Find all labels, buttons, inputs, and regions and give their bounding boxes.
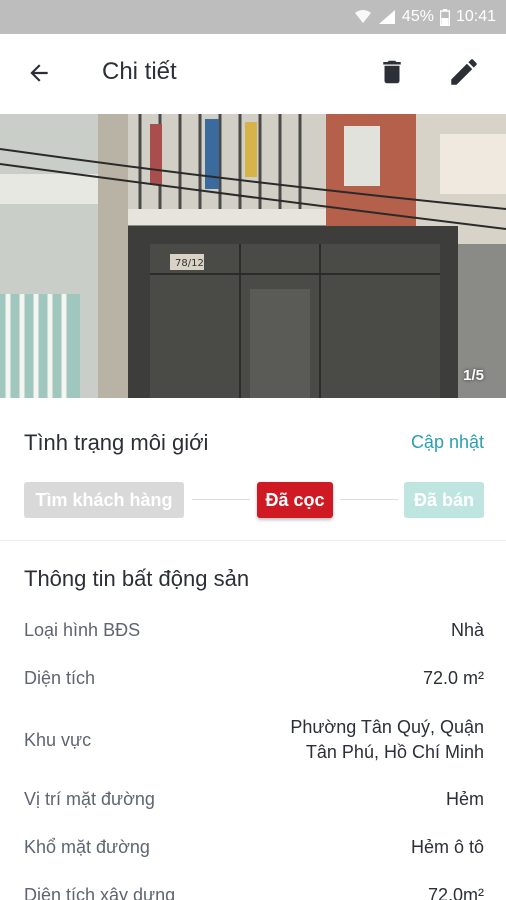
- arrow-back-icon: [26, 60, 52, 91]
- signal-icon: [378, 9, 396, 25]
- row-value-line: Tân Phú, Hồ Chí Minh: [305, 742, 484, 762]
- step-deposited[interactable]: Đã cọc: [257, 482, 333, 518]
- photo-counter: 1/5: [463, 367, 484, 384]
- step-connector: [192, 499, 250, 500]
- broker-status-section: Tình trạng môi giới Cập nhật Tìm khách h…: [0, 398, 506, 541]
- row-label: Diện tích: [24, 668, 96, 688]
- row-label: Khổ mặt đường: [24, 837, 150, 857]
- property-info-section: Thông tin bất động sản Loại hình BĐS Nhà…: [0, 542, 506, 900]
- step-sold[interactable]: Đã bán: [404, 482, 484, 518]
- house-number-sign: 78/12: [175, 258, 204, 269]
- row-value: 72.0m²: [427, 885, 484, 900]
- row-value: 72.0 m²: [422, 668, 484, 688]
- status-bar: 45% 10:41: [0, 0, 506, 34]
- row-value: Hẻm: [445, 789, 484, 809]
- row-value: Hẻm ô tô: [410, 837, 484, 857]
- row-label: Loại hình BĐS: [24, 620, 141, 640]
- battery-icon: [439, 8, 450, 26]
- step-connector: [340, 499, 398, 500]
- back-button[interactable]: [22, 58, 56, 92]
- info-row-built-area: Diện tích xây dựng 72.0m²: [24, 883, 484, 900]
- row-label: Khu vực: [24, 729, 92, 750]
- info-row-property-type: Loại hình BĐS Nhà: [24, 618, 484, 643]
- property-info-title: Thông tin bất động sản: [24, 566, 250, 591]
- app-bar: Chi tiết: [0, 34, 506, 114]
- pencil-icon: [447, 55, 481, 94]
- page-title: Chi tiết: [102, 58, 177, 85]
- wifi-icon: [354, 9, 372, 25]
- info-row-street-width: Khổ mặt đường Hẻm ô tô: [24, 835, 484, 860]
- clock-time: 10:41: [455, 8, 496, 25]
- battery-percent: 45%: [401, 8, 434, 25]
- house-facade-image: 78/12: [0, 114, 506, 398]
- info-row-area: Diện tích 72.0 m²: [24, 666, 484, 691]
- broker-status-title: Tình trạng môi giới: [24, 430, 209, 455]
- status-stepper: Tìm khách hàng Đã cọc Đã bán: [24, 482, 484, 518]
- edit-button[interactable]: [444, 54, 484, 94]
- step-finding-customer[interactable]: Tìm khách hàng: [24, 482, 184, 518]
- info-row-region: Khu vực Phường Tân Quý, Quận Tân Phú, Hồ…: [24, 714, 484, 766]
- update-status-button[interactable]: Cập nhật: [411, 432, 484, 453]
- row-label: Vị trí mặt đường: [24, 789, 155, 809]
- property-photo[interactable]: 78/12 1/5: [0, 114, 506, 398]
- trash-icon: [377, 55, 407, 94]
- info-row-street-position: Vị trí mặt đường Hẻm: [24, 787, 484, 812]
- row-label: Diện tích xây dựng: [24, 885, 176, 900]
- row-value: Nhà: [450, 620, 484, 640]
- row-value-line: Phường Tân Quý, Quận: [290, 717, 484, 737]
- delete-button[interactable]: [374, 54, 410, 94]
- row-value: Phường Tân Quý, Quận Tân Phú, Hồ Chí Min…: [290, 715, 484, 765]
